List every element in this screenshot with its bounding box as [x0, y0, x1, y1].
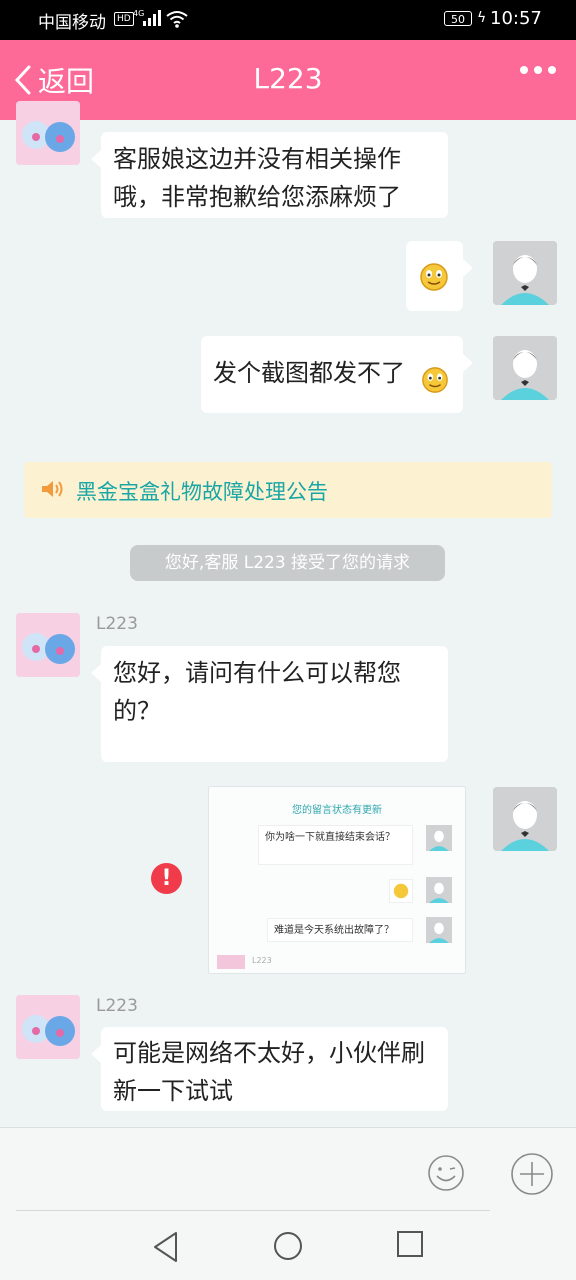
user-message-bubble [406, 241, 473, 311]
sender-name: L223 [96, 614, 138, 634]
wifi-icon [166, 11, 188, 28]
battery-indicator: 50 [444, 11, 472, 26]
message-text: 客服娘这边并没有相关操作哦，非常抱歉给您添麻烦了 [113, 145, 401, 211]
image-bubble [389, 879, 413, 903]
agent-message-bubble: 您好，请问有什么可以帮您的？ [91, 646, 448, 762]
hd-badge: HD [114, 12, 134, 26]
agent-avatar[interactable] [16, 995, 80, 1059]
image-avatar [426, 877, 452, 903]
agent-message-bubble: 客服娘这边并没有相关操作哦，非常抱歉给您添麻烦了 [91, 132, 448, 218]
system-notice: 您好,客服 L223 接受了您的请求 [130, 545, 445, 581]
image-avatar [426, 917, 452, 943]
message-input-bar [0, 1127, 576, 1214]
carrier-name: 中国移动 [38, 13, 106, 33]
clock: 10:57 [490, 8, 542, 29]
image-footer-name: L223 [252, 956, 272, 965]
message-text: 发个截图都发不了 [213, 359, 405, 387]
send-failed-icon[interactable]: ! [151, 863, 182, 894]
agent-message-bubble: 可能是网络不太好，小伙伴刷新一下试试 [91, 1027, 448, 1111]
system-nav-bar [0, 1214, 576, 1280]
status-bar: 中国移动 HD 4G 50 ϟ 10:57 [0, 0, 576, 40]
image-bubble: 你为啥一下就直接结束会话？ [258, 825, 413, 865]
message-text: 可能是网络不太好，小伙伴刷新一下试试 [113, 1039, 425, 1105]
agent-avatar[interactable] [16, 613, 80, 677]
charging-icon: ϟ [477, 10, 487, 26]
back-triangle-icon[interactable] [151, 1230, 181, 1264]
image-bubble: 难道是今天系统出故障了？ [267, 918, 413, 942]
page-title: L223 [253, 62, 323, 95]
image-title: 您的留言状态有更新 [292, 805, 382, 816]
user-avatar[interactable] [493, 241, 557, 305]
recents-square-icon[interactable] [396, 1230, 424, 1258]
announcement-link[interactable]: 黑金宝盒礼物故障处理公告 [76, 476, 328, 506]
image-message[interactable]: 您的留言状态有更新 你为啥一下就直接结束会话？ 难道是今天系统出故障了？ L22… [208, 786, 466, 974]
smiley-emoji-icon [422, 367, 448, 393]
smiley-emoji-icon [420, 263, 448, 291]
image-avatar [426, 825, 452, 851]
user-avatar[interactable] [493, 336, 557, 400]
user-message-bubble: 发个截图都发不了 [201, 336, 473, 413]
agent-avatar[interactable] [16, 101, 80, 165]
announcement-banner[interactable]: 黑金宝盒礼物故障处理公告 [24, 462, 552, 518]
message-text: 您好，请问有什么可以帮您的？ [113, 659, 401, 725]
chat-header: 返回 L223 [0, 40, 576, 120]
signal-icon [143, 10, 161, 26]
user-avatar[interactable] [493, 787, 557, 851]
speaker-icon [42, 481, 63, 497]
message-input[interactable] [16, 1136, 490, 1211]
more-dots-icon[interactable] [520, 66, 556, 74]
emoji-icon[interactable] [426, 1153, 466, 1193]
home-circle-icon[interactable] [272, 1230, 304, 1262]
image-footer-avatar [217, 955, 245, 969]
sender-name: L223 [96, 996, 138, 1016]
plus-icon[interactable] [510, 1152, 554, 1196]
